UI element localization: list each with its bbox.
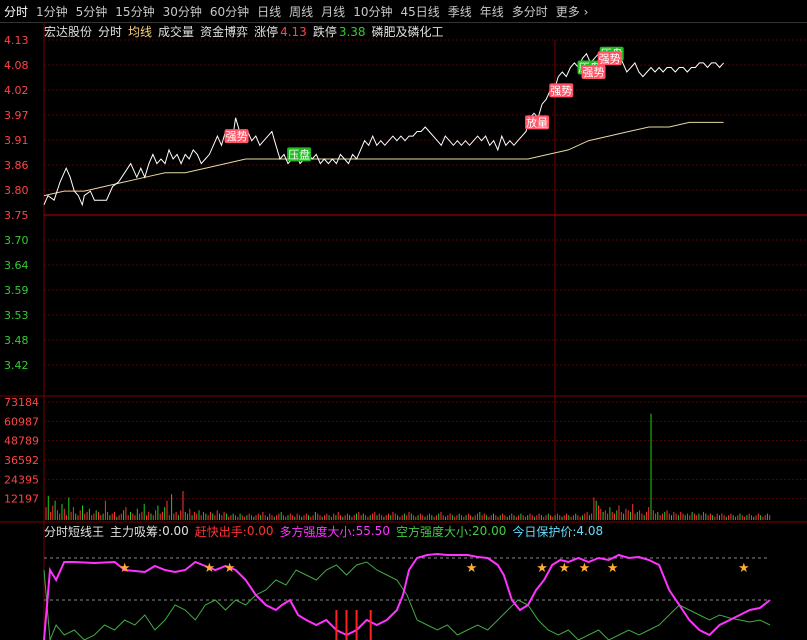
- limit-down-value: 3.38: [338, 24, 366, 39]
- buy-signal-icon: ★: [204, 561, 216, 576]
- signal-tag-bg: [224, 129, 249, 144]
- price-tick: 3.48: [4, 334, 29, 347]
- tab-9[interactable]: 10分钟: [349, 3, 396, 20]
- volume-tick: 73184: [4, 396, 39, 409]
- signal-tag-bg: [549, 83, 574, 98]
- price-tick: 3.42: [4, 359, 29, 372]
- tab-0[interactable]: 分时: [0, 3, 32, 20]
- signal-tag: 压盘: [601, 47, 623, 61]
- signal-tag: 强势: [550, 84, 572, 97]
- tab-5[interactable]: 60分钟: [206, 3, 253, 20]
- tab-1[interactable]: 1分钟: [32, 3, 72, 20]
- main-absorb-label: 主力吸筹:: [110, 524, 163, 539]
- signal-tag-bg: [597, 51, 622, 66]
- tab-3[interactable]: 15分钟: [111, 3, 158, 20]
- price-tick: 3.59: [4, 284, 29, 297]
- price-tick: 3.97: [4, 109, 29, 122]
- signal-tag: 压盘: [288, 147, 310, 161]
- quick-label: 赶快出手:: [194, 524, 247, 539]
- indicator-title-bar: 分时短线王 主力吸筹: 0.00 赶快出手: 0.00 多方强度大小: 55.5…: [44, 523, 603, 539]
- price-tick: 4.02: [4, 84, 29, 97]
- volume-tick: 60987: [4, 415, 39, 428]
- bull-strength-value: 55.50: [355, 524, 390, 538]
- bear-strength-value: 20.00: [472, 524, 507, 538]
- indicator-name[interactable]: 分时短线王: [44, 523, 104, 540]
- price-tick: 3.64: [4, 259, 29, 272]
- avg-price-line: [43, 121, 724, 197]
- buy-signal-icon: ★: [607, 561, 619, 576]
- buy-signal-icon: ★: [224, 561, 236, 576]
- fund-game-link[interactable]: 资金博弈: [200, 23, 248, 40]
- signal-tag: 强势: [226, 130, 248, 143]
- protect-price-value: 4.08: [576, 524, 604, 538]
- tab-8[interactable]: 月线: [317, 3, 349, 20]
- signal-tag-bg: [287, 147, 312, 162]
- limit-up-value: 4.13: [280, 24, 307, 39]
- price-tick: 3.70: [4, 234, 29, 247]
- tab-10[interactable]: 45日线: [396, 3, 443, 20]
- main-absorb-value: 0.00: [162, 524, 189, 538]
- signal-tag-bg: [577, 60, 602, 75]
- buy-signal-icon: ★: [119, 561, 131, 576]
- time-share-label: 分时: [98, 25, 123, 39]
- bull-strength-line: [43, 552, 771, 640]
- price-tick: 3.86: [4, 159, 29, 172]
- signal-tag-bg: [581, 65, 606, 80]
- volume-tick: 48789: [4, 435, 39, 448]
- tab-4[interactable]: 30分钟: [159, 3, 206, 20]
- signal-tag: 放量: [526, 115, 548, 129]
- quote-info-bar: 宏达股份 分时 均线 成交量 资金博弈 涨停 4.13 跌停 3.38 磷肥及磷…: [44, 23, 444, 40]
- price-tick: 4.13: [4, 34, 29, 47]
- price-tick: 4.08: [4, 59, 29, 72]
- price-tick: 3.80: [4, 184, 29, 197]
- tab-6[interactable]: 日线: [253, 3, 285, 20]
- signal-tag-bg: [599, 46, 624, 61]
- buy-signal-icon: ★: [536, 561, 548, 576]
- volume-link[interactable]: 成交量: [158, 23, 194, 40]
- timeshare-chart[interactable]: 4.13 4.08 4.02 3.97 3.91 3.86 3.80 3.75 3.70 3.64…: [0, 0, 807, 640]
- tab-13[interactable]: 多分时: [508, 3, 552, 20]
- volume-tick: 36592: [4, 454, 39, 467]
- tab-2[interactable]: 5分钟: [72, 3, 112, 20]
- signal-tag: 强势: [599, 52, 621, 65]
- period-tabs: 分时 1分钟 5分钟 15分钟 30分钟 60分钟 日线 周线 月线 10分钟 45日线 季线 年线 多分…: [0, 0, 807, 23]
- tab-14[interactable]: 更多 ›: [552, 3, 593, 20]
- price-tick: 3.53: [4, 309, 29, 322]
- protect-price-label: 今日保护价:: [512, 524, 577, 539]
- stock-name[interactable]: 宏达股份: [44, 23, 92, 40]
- limit-up-label: 涨停: [254, 25, 279, 39]
- price-tick: 3.75: [4, 209, 29, 222]
- signal-tag: 压盘: [579, 60, 601, 74]
- tab-7[interactable]: 周线: [285, 3, 317, 20]
- bear-strength-line: [43, 561, 771, 640]
- limit-down-label: 跌停: [312, 25, 337, 39]
- volume-tick: 12197: [4, 493, 39, 506]
- buy-signal-icon: ★: [558, 561, 570, 576]
- signal-tag-bg: [525, 115, 550, 130]
- bull-strength-label: 多方强度大小:: [279, 524, 356, 539]
- buy-signal-icon: ★: [738, 561, 750, 576]
- tab-12[interactable]: 年线: [476, 3, 508, 20]
- buy-signal-icon: ★: [466, 561, 478, 576]
- price-tick: 3.91: [4, 134, 29, 147]
- tab-11[interactable]: 季线: [444, 3, 476, 20]
- bear-strength-label: 空方强度大小:: [395, 524, 472, 539]
- buy-signal-icon: ★: [579, 561, 591, 576]
- quick-value: 0.00: [246, 524, 274, 538]
- sector-link[interactable]: 磷肥及磷化工: [372, 23, 444, 40]
- price-line: [43, 52, 724, 207]
- volume-tick: 24395: [4, 473, 39, 486]
- avg-line-label: 均线: [128, 25, 153, 39]
- signal-tag: 强势: [583, 66, 605, 79]
